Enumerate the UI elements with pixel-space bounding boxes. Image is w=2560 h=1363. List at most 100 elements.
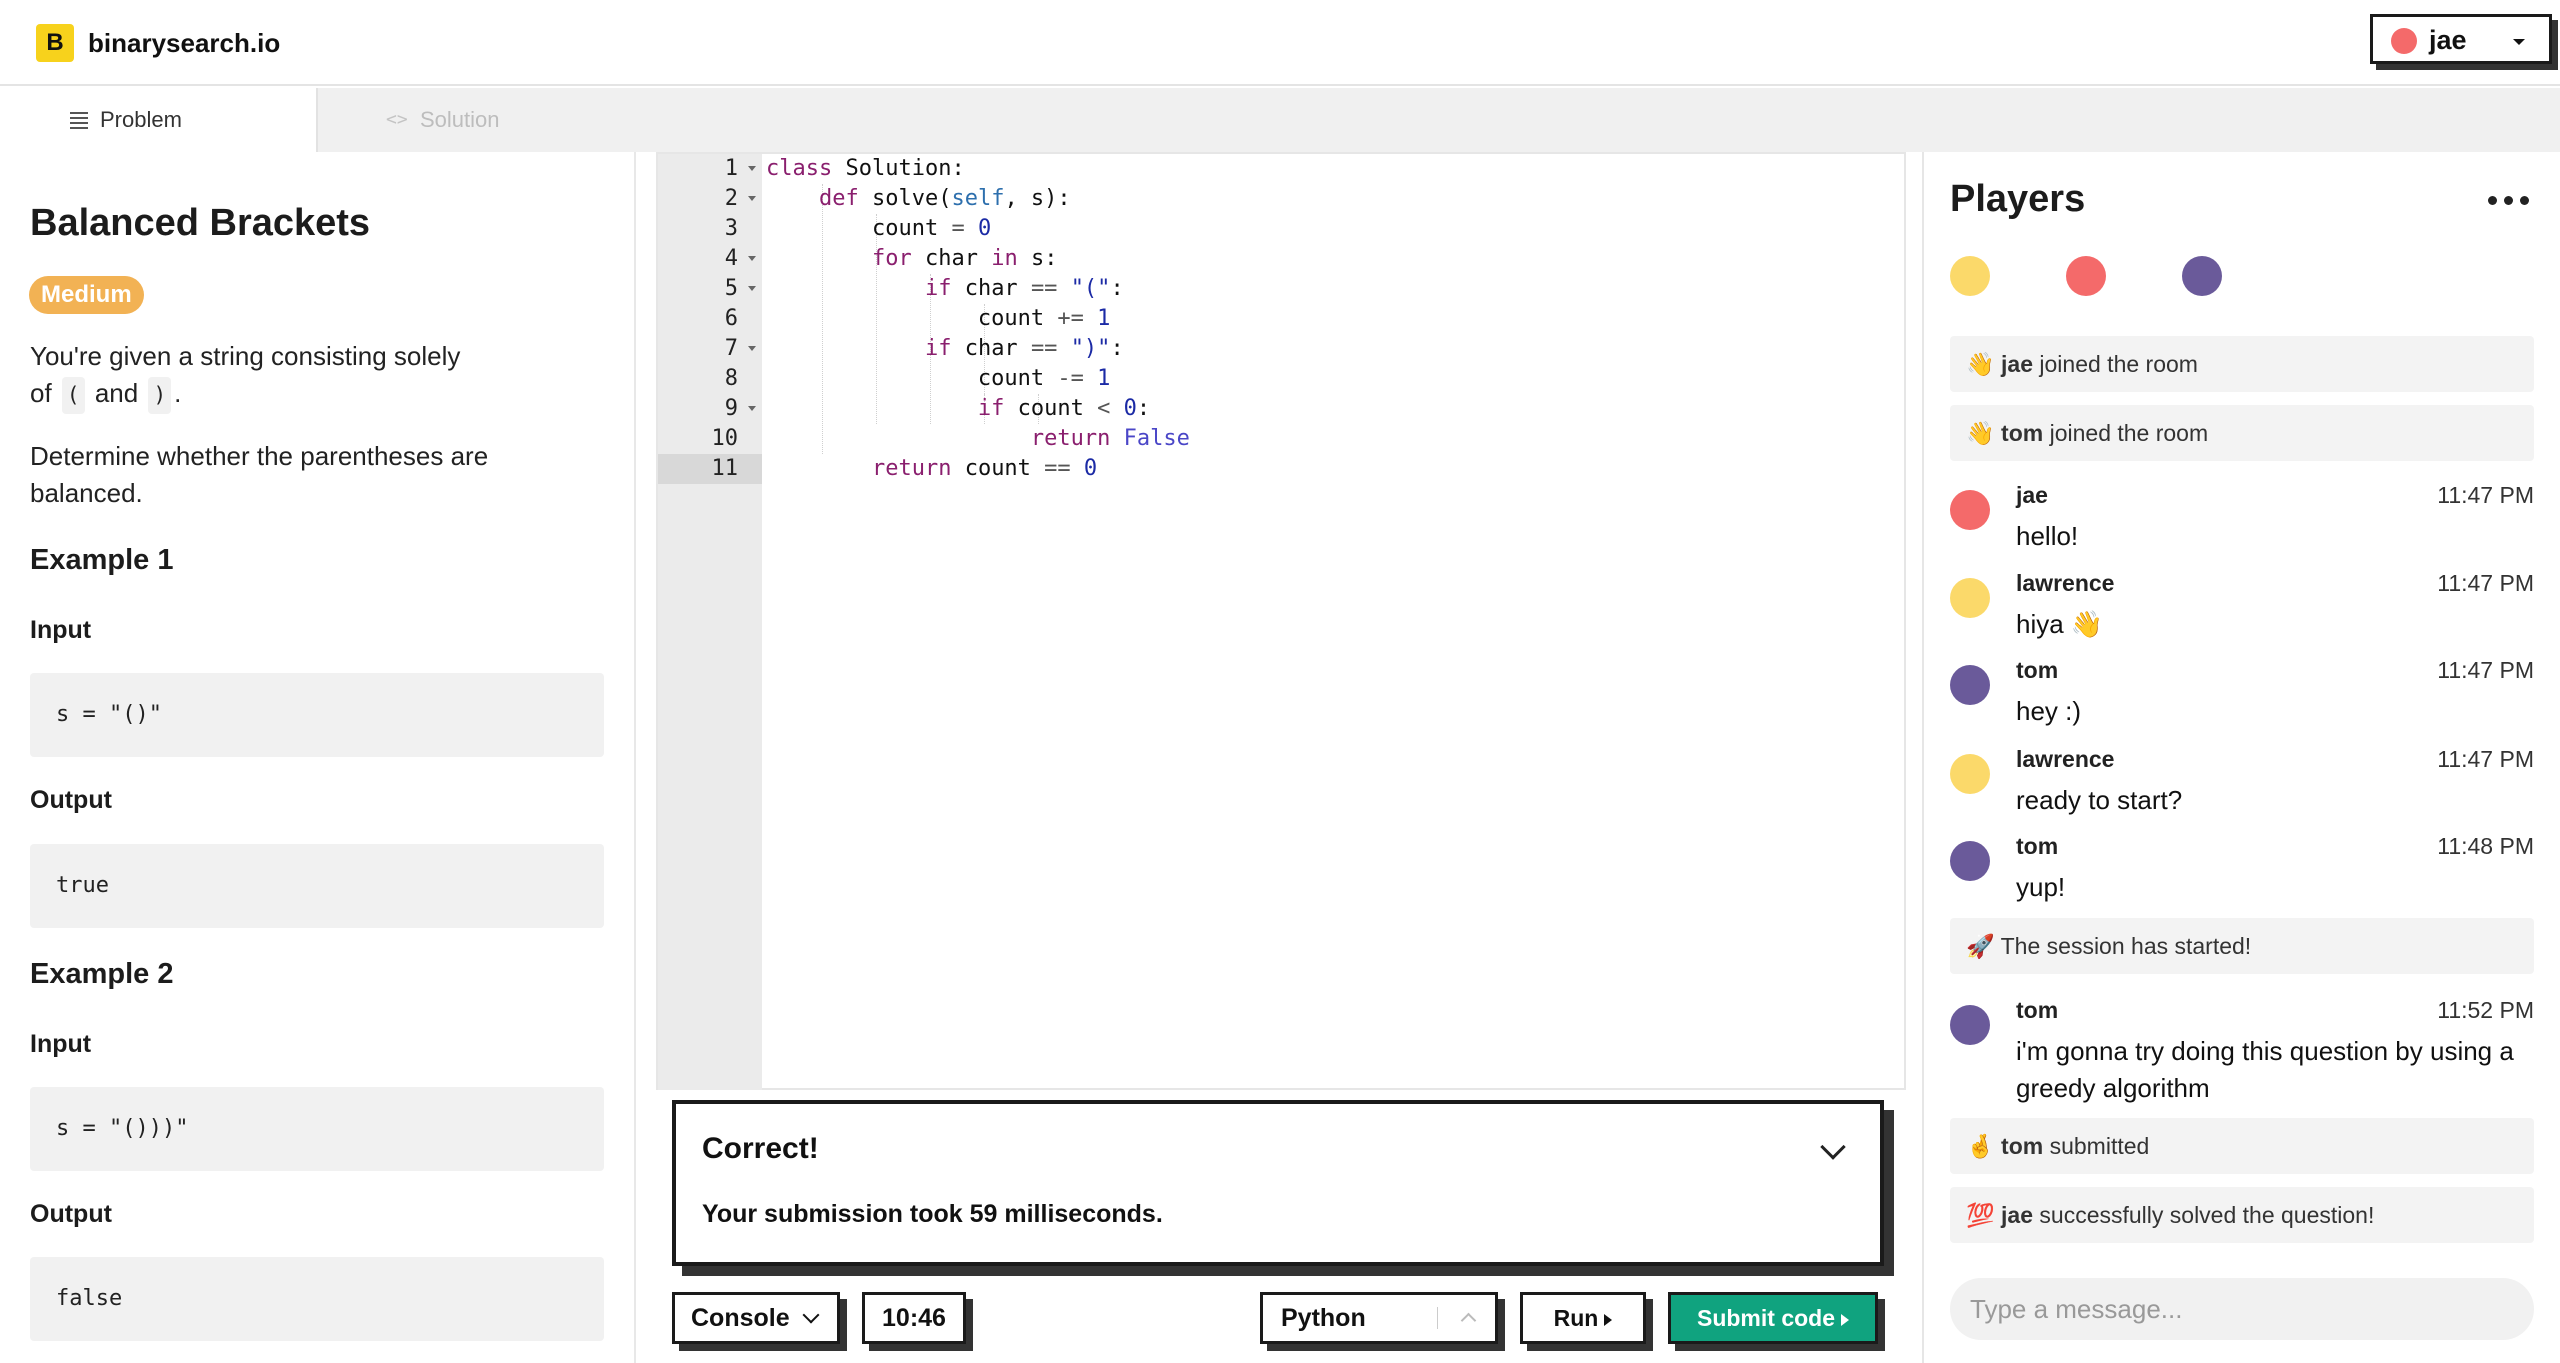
console-toggle-button[interactable]: Console [672,1292,840,1344]
chat-message-input[interactable] [1950,1278,2534,1340]
result-message: Your submission took 59 milliseconds. [702,1200,1163,1229]
code-line: for char in s: [871,246,1058,271]
tab-solution[interactable]: <> Solution [380,88,600,152]
code-line: if count < 0: [977,396,1151,421]
difficulty-badge: Medium [29,276,144,314]
code-line: if char == "(": [924,276,1124,301]
problem-panel: Balanced Brackets Medium You're given a … [0,152,636,1363]
chat-message: tom 11:48 PM yup! [1950,833,2534,913]
code-line: return False [1030,426,1190,451]
line-number-row: 3 [658,214,762,244]
line-number-row: 1 [658,154,762,184]
system-message-user: jae [2001,351,2034,377]
avatar [1950,754,1990,794]
system-message-user: jae [2001,1202,2034,1228]
hundred-points-icon: 💯 [1966,1202,1995,1228]
list-icon [70,112,88,129]
result-panel: Correct! Your submission took 59 millise… [672,1100,1884,1266]
submit-label: Submit code [1696,1305,1835,1331]
description-text: You're given a string consisting solely [30,341,461,371]
code-line: if char == ")": [924,336,1124,361]
fold-arrow-icon[interactable] [748,166,756,171]
example-output: false [30,1257,604,1341]
fold-arrow-icon[interactable] [748,346,756,351]
chat-message: jae 11:47 PM hello! [1950,482,2534,562]
fold-arrow-icon[interactable] [748,196,756,201]
code-line: count += 1 [766,306,1111,331]
avatar [1950,665,1990,705]
chat-timestamp: 11:48 PM [2437,833,2534,859]
code-editor[interactable]: 1 2 3 4 5 6 7 8 9 10 11 class Solution: def solve(… [656,152,1906,1090]
chat-text: hello! [2016,521,2079,551]
play-icon [1841,1313,1849,1326]
fold-arrow-icon[interactable] [748,256,756,261]
select-separator [1437,1307,1438,1329]
tab-label: Problem [100,107,182,132]
chat-timestamp: 11:47 PM [2437,657,2534,683]
line-gutter: 1 2 3 4 5 6 7 8 9 10 11 [658,154,762,1090]
problem-description-2: Determine whether the parentheses are ba… [30,441,489,508]
line-number-row: 2 [658,184,762,214]
run-button[interactable]: Run [1520,1292,1646,1344]
system-message-text: joined the room [2043,420,2209,446]
avatar [1950,1005,1990,1045]
example-heading: Example 2 [30,958,174,990]
wave-icon: 👋 [1966,420,1995,446]
chat-username: tom [2016,833,2059,859]
more-options-icon[interactable] [2488,196,2532,208]
input-label: Input [30,616,92,644]
line-number: 2 [724,186,738,211]
result-title: Correct! [702,1132,819,1165]
line-number: 1 [724,156,738,181]
line-number: 6 [724,306,738,331]
submit-code-button[interactable]: Submit code [1668,1292,1878,1344]
line-number: 3 [724,216,738,241]
tab-problem[interactable]: Problem [0,88,318,152]
system-message-text: submitted [2043,1133,2150,1159]
chat-username: jae [2016,482,2048,508]
line-number-row: 9 [658,394,762,424]
chevron-up-icon [1460,1312,1477,1329]
result-message-prefix: Your submission took [702,1200,970,1228]
chat-message: tom 11:52 PM i'm gonna try doing this qu… [1950,997,2534,1107]
line-number: 5 [724,276,738,301]
line-number: 10 [711,426,739,451]
avatar [1950,841,1990,881]
line-number-row: 7 [658,334,762,364]
system-message-text: The session has started! [2000,933,2252,959]
fold-arrow-icon[interactable] [748,286,756,291]
example-output: true [30,844,604,928]
language-select[interactable]: Python [1260,1292,1498,1344]
chat-username: tom [2016,657,2059,683]
description-text: . [174,378,182,408]
code-icon: <> [386,109,408,130]
user-avatar [2391,28,2417,54]
line-number: 11 [711,456,739,481]
system-message: 🤞 tom submitted [1950,1118,2534,1174]
system-message: 👋 tom joined the room [1950,405,2534,461]
code-line: class Solution: [766,156,965,181]
avatar [1950,490,1990,530]
line-number-row: 6 [658,304,762,334]
fold-arrow-icon[interactable] [748,406,756,411]
example-input: s = "()" [30,673,604,757]
chat-message: lawrence 11:47 PM ready to start? [1950,746,2534,826]
logo[interactable]: B [36,24,74,62]
line-number-row: 8 [658,364,762,394]
description-text: of [30,378,52,408]
timer: 10:46 [862,1292,966,1344]
chat-message: lawrence 11:47 PM hiya 👋 [1950,570,2534,650]
user-name: jae [2429,25,2467,55]
collapse-chevron-icon[interactable] [1820,1134,1846,1160]
code-line: count -= 1 [766,366,1111,391]
description-text: and [94,378,139,408]
players-panel: Players 👋 jae joined the room 👋 tom join… [1922,152,2560,1363]
problem-description: You're given a string consisting solely … [30,338,590,414]
user-menu-button[interactable]: jae [2370,14,2552,64]
chat-text: hey :) [2016,696,2082,726]
system-message-text: successfully solved the question! [2033,1202,2375,1228]
output-label: Output [30,786,112,814]
result-message-suffix: milliseconds. [997,1200,1163,1228]
brand-name[interactable]: binarysearch.io [88,28,280,59]
line-number-row: 11 [658,454,762,484]
